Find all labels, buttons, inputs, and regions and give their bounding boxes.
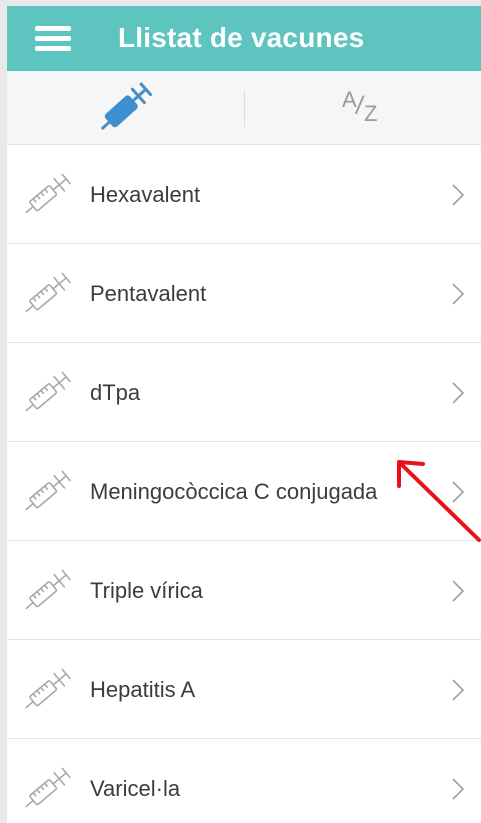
vaccine-name: dTpa <box>90 380 141 405</box>
chevron-right-icon <box>452 778 465 800</box>
chevron-right-icon <box>452 481 465 503</box>
list-item[interactable]: Pentavalent <box>7 244 481 343</box>
chevron-right-icon <box>452 382 465 404</box>
list-item[interactable]: Hepatitis A <box>7 640 481 739</box>
menu-bar <box>35 26 71 31</box>
syringe-icon <box>25 371 71 412</box>
hamburger-menu-icon[interactable] <box>33 23 73 55</box>
tab-by-type[interactable] <box>7 71 244 145</box>
chevron-right-icon <box>452 184 465 206</box>
vaccine-list: Hexavalent Pentavalent dTpa Meningocòcci… <box>7 145 481 823</box>
vaccine-name: Pentavalent <box>90 281 207 306</box>
chevron-right-icon <box>452 580 465 602</box>
list-item[interactable]: Varicel·la <box>7 739 481 823</box>
chevron-right-icon <box>452 679 465 701</box>
vaccine-name: Meningocòccica C conjugada <box>90 479 378 504</box>
list-item[interactable]: Hexavalent <box>7 145 481 244</box>
list-item[interactable]: dTpa <box>7 343 481 442</box>
list-item[interactable]: Triple vírica <box>7 541 481 640</box>
list-item[interactable]: Meningocòccica C conjugada <box>7 442 481 541</box>
tab-bar: A / Z <box>7 71 481 145</box>
az-letter-z: Z <box>364 101 378 126</box>
app-header: Llistat de vacunes <box>7 6 481 71</box>
syringe-icon <box>25 173 71 214</box>
syringe-icon <box>101 82 152 130</box>
menu-bar <box>35 46 71 51</box>
vaccine-name: Hepatitis A <box>90 677 196 702</box>
syringe-icon <box>25 272 71 313</box>
syringe-icon <box>25 470 71 511</box>
vaccine-name: Triple vírica <box>90 578 203 603</box>
syringe-icon <box>25 668 71 709</box>
chevron-right-icon <box>452 283 465 305</box>
app-screen: Llistat de vacunes A / Z Hexavalent Pent… <box>7 6 481 823</box>
az-sort-icon: A / Z <box>342 87 392 131</box>
vaccine-name: Hexavalent <box>90 182 201 207</box>
menu-bar <box>35 36 71 41</box>
tab-alphabetical[interactable]: A / Z <box>244 71 481 145</box>
syringe-icon <box>25 767 71 808</box>
page-title: Llistat de vacunes <box>118 22 365 53</box>
syringe-icon <box>25 569 71 610</box>
vaccine-name: Varicel·la <box>90 776 181 801</box>
